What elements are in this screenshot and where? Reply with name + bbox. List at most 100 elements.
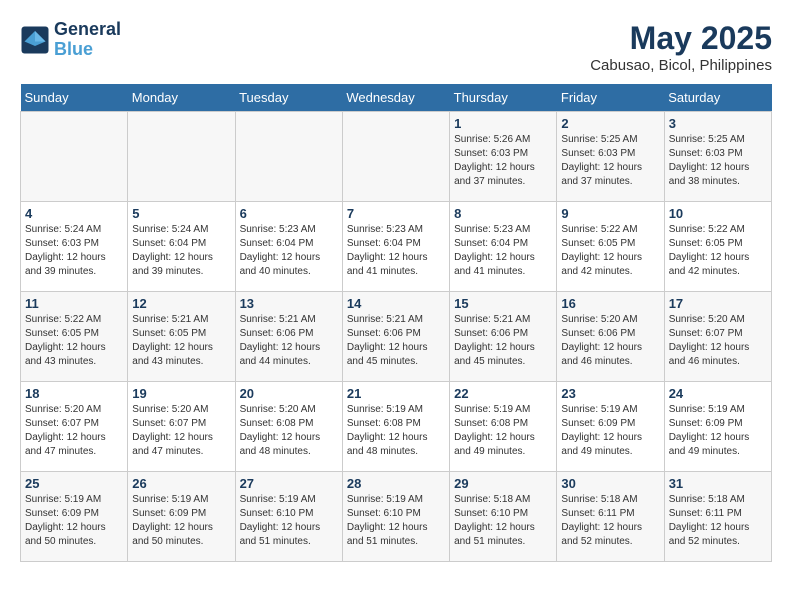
day-of-week-monday: Monday	[128, 84, 235, 112]
week-row-2: 4 Sunrise: 5:24 AM Sunset: 6:03 PM Daylig…	[21, 202, 772, 292]
day-info: Sunrise: 5:23 AM Sunset: 6:04 PM Dayligh…	[240, 223, 338, 279]
day-info: Sunrise: 5:19 AM Sunset: 6:09 PM Dayligh…	[132, 493, 230, 549]
day-number: 23	[561, 386, 659, 401]
week-row-5: 25 Sunrise: 5:19 AM Sunset: 6:09 PM Dayli…	[21, 472, 772, 562]
day-info: Sunrise: 5:19 AM Sunset: 6:08 PM Dayligh…	[347, 403, 445, 459]
day-number: 22	[454, 386, 552, 401]
day-info: Sunrise: 5:18 AM Sunset: 6:11 PM Dayligh…	[561, 493, 659, 549]
calendar-cell: 25 Sunrise: 5:19 AM Sunset: 6:09 PM Dayli…	[21, 472, 128, 562]
day-info: Sunrise: 5:24 AM Sunset: 6:03 PM Dayligh…	[25, 223, 123, 279]
day-number: 2	[561, 116, 659, 131]
calendar-header: SundayMondayTuesdayWednesdayThursdayFrid…	[21, 84, 772, 112]
day-number: 18	[25, 386, 123, 401]
day-info: Sunrise: 5:22 AM Sunset: 6:05 PM Dayligh…	[561, 223, 659, 279]
day-number: 24	[669, 386, 767, 401]
calendar-cell: 6Sunrise: 5:23 AM Sunset: 6:04 PM Daylig…	[235, 202, 342, 292]
calendar-cell: 30 Sunrise: 5:18 AM Sunset: 6:11 PM Dayli…	[557, 472, 664, 562]
title-block: May 2025 Cabusao, Bicol, Philippines	[590, 20, 772, 74]
day-info: Sunrise: 5:20 AM Sunset: 6:07 PM Dayligh…	[669, 313, 767, 369]
location: Cabusao, Bicol, Philippines	[590, 57, 772, 74]
calendar-cell: 11 Sunrise: 5:22 AM Sunset: 6:05 PM Dayli…	[21, 292, 128, 382]
calendar-table: SundayMondayTuesdayWednesdayThursdayFrid…	[20, 84, 772, 562]
calendar-cell	[128, 112, 235, 202]
day-number: 30	[561, 476, 659, 491]
day-number: 16	[561, 296, 659, 311]
day-info: Sunrise: 5:21 AM Sunset: 6:05 PM Dayligh…	[132, 313, 230, 369]
week-row-4: 18 Sunrise: 5:20 AM Sunset: 6:07 PM Dayli…	[21, 382, 772, 472]
day-info: Sunrise: 5:19 AM Sunset: 6:09 PM Dayligh…	[669, 403, 767, 459]
day-number: 15	[454, 296, 552, 311]
calendar-body: 1 Sunrise: 5:26 AM Sunset: 6:03 PM Daylig…	[21, 112, 772, 562]
calendar-cell: 23 Sunrise: 5:19 AM Sunset: 6:09 PM Dayli…	[557, 382, 664, 472]
day-info: Sunrise: 5:21 AM Sunset: 6:06 PM Dayligh…	[454, 313, 552, 369]
day-number: 31	[669, 476, 767, 491]
day-of-week-wednesday: Wednesday	[342, 84, 449, 112]
day-number: 27	[240, 476, 338, 491]
day-info: Sunrise: 5:22 AM Sunset: 6:05 PM Dayligh…	[25, 313, 123, 369]
calendar-cell	[235, 112, 342, 202]
calendar-cell: 15 Sunrise: 5:21 AM Sunset: 6:06 PM Dayli…	[450, 292, 557, 382]
day-number: 9	[561, 206, 659, 221]
calendar-cell: 31Sunrise: 5:18 AM Sunset: 6:11 PM Dayli…	[664, 472, 771, 562]
calendar-cell: 19 Sunrise: 5:20 AM Sunset: 6:07 PM Dayli…	[128, 382, 235, 472]
calendar-cell: 9 Sunrise: 5:22 AM Sunset: 6:05 PM Daylig…	[557, 202, 664, 292]
day-number: 26	[132, 476, 230, 491]
day-number: 3	[669, 116, 767, 131]
day-info: Sunrise: 5:20 AM Sunset: 6:07 PM Dayligh…	[25, 403, 123, 459]
calendar-cell: 27 Sunrise: 5:19 AM Sunset: 6:10 PM Dayli…	[235, 472, 342, 562]
calendar-cell: 28 Sunrise: 5:19 AM Sunset: 6:10 PM Dayli…	[342, 472, 449, 562]
day-info: Sunrise: 5:23 AM Sunset: 6:04 PM Dayligh…	[454, 223, 552, 279]
calendar-cell: 26 Sunrise: 5:19 AM Sunset: 6:09 PM Dayli…	[128, 472, 235, 562]
day-number: 13	[240, 296, 338, 311]
calendar-cell: 18 Sunrise: 5:20 AM Sunset: 6:07 PM Dayli…	[21, 382, 128, 472]
day-info: Sunrise: 5:19 AM Sunset: 6:08 PM Dayligh…	[454, 403, 552, 459]
calendar-cell: 2 Sunrise: 5:25 AM Sunset: 6:03 PM Daylig…	[557, 112, 664, 202]
day-info: Sunrise: 5:19 AM Sunset: 6:10 PM Dayligh…	[240, 493, 338, 549]
calendar-cell: 22 Sunrise: 5:19 AM Sunset: 6:08 PM Dayli…	[450, 382, 557, 472]
day-number: 5	[132, 206, 230, 221]
calendar-cell: 12 Sunrise: 5:21 AM Sunset: 6:05 PM Dayli…	[128, 292, 235, 382]
day-info: Sunrise: 5:25 AM Sunset: 6:03 PM Dayligh…	[669, 133, 767, 189]
calendar-cell: 10Sunrise: 5:22 AM Sunset: 6:05 PM Dayli…	[664, 202, 771, 292]
day-number: 29	[454, 476, 552, 491]
calendar-cell	[342, 112, 449, 202]
day-info: Sunrise: 5:20 AM Sunset: 6:07 PM Dayligh…	[132, 403, 230, 459]
day-info: Sunrise: 5:20 AM Sunset: 6:06 PM Dayligh…	[561, 313, 659, 369]
calendar-cell: 5 Sunrise: 5:24 AM Sunset: 6:04 PM Daylig…	[128, 202, 235, 292]
day-info: Sunrise: 5:19 AM Sunset: 6:09 PM Dayligh…	[25, 493, 123, 549]
calendar-cell: 17Sunrise: 5:20 AM Sunset: 6:07 PM Dayli…	[664, 292, 771, 382]
day-of-week-sunday: Sunday	[21, 84, 128, 112]
logo-text: General Blue	[54, 20, 121, 60]
day-info: Sunrise: 5:19 AM Sunset: 6:10 PM Dayligh…	[347, 493, 445, 549]
calendar-cell: 14Sunrise: 5:21 AM Sunset: 6:06 PM Dayli…	[342, 292, 449, 382]
day-number: 8	[454, 206, 552, 221]
calendar-cell: 8 Sunrise: 5:23 AM Sunset: 6:04 PM Daylig…	[450, 202, 557, 292]
day-info: Sunrise: 5:22 AM Sunset: 6:05 PM Dayligh…	[669, 223, 767, 279]
day-number: 20	[240, 386, 338, 401]
day-number: 25	[25, 476, 123, 491]
day-info: Sunrise: 5:25 AM Sunset: 6:03 PM Dayligh…	[561, 133, 659, 189]
month-year: May 2025	[590, 20, 772, 57]
day-number: 4	[25, 206, 123, 221]
calendar-cell: 21 Sunrise: 5:19 AM Sunset: 6:08 PM Dayli…	[342, 382, 449, 472]
day-info: Sunrise: 5:18 AM Sunset: 6:10 PM Dayligh…	[454, 493, 552, 549]
logo: General Blue	[20, 20, 121, 60]
calendar-cell: 7Sunrise: 5:23 AM Sunset: 6:04 PM Daylig…	[342, 202, 449, 292]
day-number: 21	[347, 386, 445, 401]
calendar-cell: 13Sunrise: 5:21 AM Sunset: 6:06 PM Dayli…	[235, 292, 342, 382]
day-number: 12	[132, 296, 230, 311]
week-row-1: 1 Sunrise: 5:26 AM Sunset: 6:03 PM Daylig…	[21, 112, 772, 202]
day-info: Sunrise: 5:19 AM Sunset: 6:09 PM Dayligh…	[561, 403, 659, 459]
day-number: 28	[347, 476, 445, 491]
day-of-week-friday: Friday	[557, 84, 664, 112]
day-number: 7	[347, 206, 445, 221]
day-number: 19	[132, 386, 230, 401]
day-info: Sunrise: 5:24 AM Sunset: 6:04 PM Dayligh…	[132, 223, 230, 279]
logo-icon	[20, 25, 50, 55]
day-number: 11	[25, 296, 123, 311]
day-info: Sunrise: 5:26 AM Sunset: 6:03 PM Dayligh…	[454, 133, 552, 189]
week-row-3: 11 Sunrise: 5:22 AM Sunset: 6:05 PM Dayli…	[21, 292, 772, 382]
day-number: 1	[454, 116, 552, 131]
day-info: Sunrise: 5:21 AM Sunset: 6:06 PM Dayligh…	[347, 313, 445, 369]
calendar-cell: 4 Sunrise: 5:24 AM Sunset: 6:03 PM Daylig…	[21, 202, 128, 292]
